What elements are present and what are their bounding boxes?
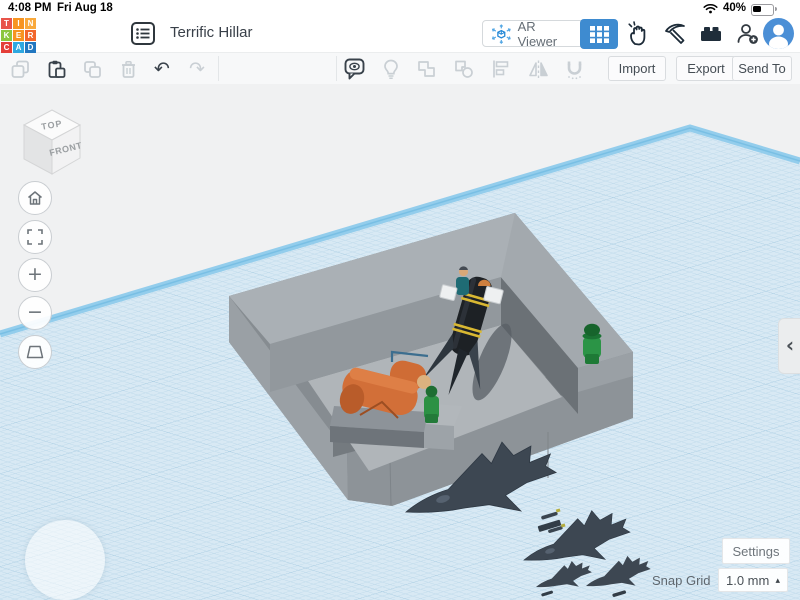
align-icon (490, 58, 512, 80)
caret-up-icon: ▴ (775, 575, 780, 586)
zoom-in-button[interactable]: + (18, 258, 52, 292)
import-button[interactable]: Import (608, 56, 666, 81)
lightbulb-icon (380, 58, 402, 81)
perspective-icon (25, 343, 45, 361)
duplicate-button[interactable] (80, 57, 104, 81)
show-all-button[interactable] (379, 57, 403, 81)
add-person-icon (735, 21, 761, 47)
export-button[interactable]: Export (676, 56, 736, 81)
copy-icon (10, 59, 31, 80)
status-time: 4:08 PM (8, 2, 51, 14)
battery-percent: 40% (723, 2, 746, 14)
align-button[interactable] (489, 57, 513, 81)
duplicate-icon (82, 59, 103, 80)
3d-scene[interactable] (0, 84, 800, 600)
notes-button[interactable] (342, 57, 366, 81)
logo-tile: E (13, 30, 24, 41)
wifi-icon (703, 3, 718, 14)
logo-tile: T (1, 18, 12, 29)
shapes-panel-handle[interactable]: ‹ (778, 318, 800, 374)
group-button[interactable] (415, 57, 439, 81)
green-soldier-figure[interactable] (583, 324, 602, 364)
comment-eye-icon (343, 57, 366, 81)
logo-tile: D (25, 42, 36, 53)
home-icon (26, 189, 44, 207)
mirror-button[interactable] (526, 57, 550, 81)
toolbar-divider (218, 56, 219, 81)
logo-tile: R (25, 30, 36, 41)
undo-button[interactable]: ↶ (150, 57, 174, 81)
fit-view-icon (26, 228, 44, 246)
green-worker-figure[interactable] (424, 386, 439, 423)
ungroup-icon (453, 58, 475, 80)
avatar-person-icon (763, 18, 794, 49)
logo-tile: C (1, 42, 12, 53)
tinkercad-app: 4:08 PM Fri Aug 18 40% T I N K E R C A D (0, 0, 800, 600)
logo-tile: N (25, 18, 36, 29)
fit-view-button[interactable] (18, 220, 52, 254)
brick-export-button[interactable] (696, 20, 726, 48)
logo-tile: K (1, 30, 12, 41)
design-list-icon (130, 21, 156, 46)
snap-magnet-button[interactable] (562, 57, 586, 81)
snap-grid-value: 1.0 mm (726, 573, 769, 588)
grid-view-button-active[interactable] (580, 19, 618, 49)
trash-icon (118, 59, 139, 80)
snap-grid-label: Snap Grid (652, 573, 711, 588)
undo-icon: ↶ (154, 60, 170, 79)
plus-icon: + (27, 265, 43, 284)
add-collaborator-button[interactable] (734, 20, 762, 48)
chevron-left-icon: ‹ (786, 333, 794, 357)
magnet-icon (563, 58, 586, 81)
toolbar-divider (336, 56, 337, 81)
logo-tile: I (13, 18, 24, 29)
status-date: Fri Aug 18 (57, 2, 113, 14)
redo-button[interactable]: ↷ (185, 57, 209, 81)
pickaxe-icon (662, 21, 688, 47)
3d-viewport[interactable] (0, 84, 800, 600)
hand-icon (626, 21, 652, 47)
tinkercad-logo[interactable]: T I N K E R C A D (0, 17, 38, 54)
ar-cube-icon (491, 23, 512, 45)
zoom-out-button[interactable]: − (18, 296, 52, 330)
redo-icon: ↷ (189, 60, 205, 79)
view-cube[interactable]: TOP FRONT (12, 98, 92, 182)
my-designs-button[interactable] (130, 21, 156, 46)
ungroup-button[interactable] (452, 57, 476, 81)
battery-fill (753, 6, 761, 12)
mirror-icon (527, 58, 550, 80)
copy-button[interactable] (8, 57, 32, 81)
edit-toolbar: ↶ ↷ (0, 53, 800, 85)
ar-viewer-button[interactable]: AR Viewer (482, 20, 584, 47)
snap-grid-dropdown[interactable]: 1.0 mm ▴ (718, 568, 788, 592)
status-bar: 4:08 PM Fri Aug 18 40% (0, 0, 800, 16)
paste-icon (46, 59, 67, 80)
grid-icon (590, 26, 609, 43)
minecraft-pickaxe-button[interactable] (660, 20, 690, 48)
battery-nub (775, 7, 777, 11)
ar-viewer-label: AR Viewer (518, 19, 575, 49)
battery-icon (751, 4, 774, 16)
logo-tile: A (13, 42, 24, 53)
orbit-joystick[interactable] (25, 520, 105, 600)
app-bar: T I N K E R C A D Terrific Hillar (0, 16, 800, 53)
group-icon (416, 58, 438, 80)
minus-icon: − (27, 303, 43, 322)
paste-button[interactable] (44, 57, 68, 81)
user-avatar[interactable] (763, 18, 794, 49)
gesture-tool-button[interactable] (624, 20, 654, 48)
send-to-button[interactable]: Send To (732, 56, 792, 81)
design-title[interactable]: Terrific Hillar (170, 24, 253, 41)
home-view-button[interactable] (18, 181, 52, 215)
lego-brick-icon (698, 21, 724, 47)
delete-button[interactable] (116, 57, 140, 81)
perspective-toggle-button[interactable] (18, 335, 52, 369)
settings-button[interactable]: Settings (722, 538, 790, 564)
